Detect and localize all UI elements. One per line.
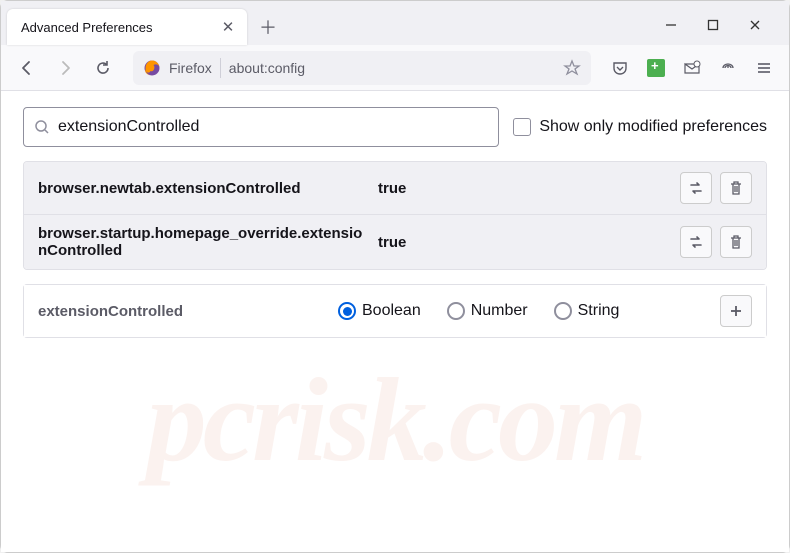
radio-icon (338, 302, 356, 320)
type-radio-group: Boolean Number String (338, 302, 710, 320)
new-tab-button[interactable]: ＋ (253, 12, 283, 42)
search-row: Show only modified preferences (23, 107, 767, 147)
delete-button[interactable] (720, 226, 752, 258)
firefox-icon (143, 59, 161, 77)
browser-tab[interactable]: Advanced Preferences ✕ (7, 9, 247, 45)
radio-icon (447, 302, 465, 320)
shield-button[interactable] (713, 53, 743, 83)
minimize-button[interactable] (661, 15, 681, 35)
pref-list: browser.newtab.extensionControlled true … (23, 161, 767, 270)
back-button[interactable] (11, 52, 43, 84)
search-icon (34, 119, 50, 135)
pref-value: true (378, 180, 670, 197)
add-pref-row: extensionControlled Boolean Number Strin… (23, 284, 767, 338)
bookmark-star-icon[interactable] (563, 59, 581, 77)
browser-toolbar: Firefox about:config (1, 45, 789, 91)
pref-row[interactable]: browser.newtab.extensionControlled true (24, 162, 766, 215)
close-tab-icon[interactable]: ✕ (219, 18, 237, 36)
add-pref-name: extensionControlled (38, 303, 328, 320)
forward-button[interactable] (49, 52, 81, 84)
identity-label: Firefox (169, 60, 212, 76)
radio-label: String (578, 302, 620, 320)
pref-name: browser.startup.homepage_override.extens… (38, 225, 368, 259)
titlebar: Advanced Preferences ✕ ＋ (1, 1, 789, 45)
pref-actions (680, 226, 752, 258)
show-modified-checkbox[interactable]: Show only modified preferences (513, 118, 767, 136)
extension-button[interactable] (641, 53, 671, 83)
mail-button[interactable] (677, 53, 707, 83)
toggle-button[interactable] (680, 226, 712, 258)
pref-row[interactable]: browser.startup.homepage_override.extens… (24, 215, 766, 269)
radio-string[interactable]: String (554, 302, 620, 320)
delete-button[interactable] (720, 172, 752, 204)
toggle-button[interactable] (680, 172, 712, 204)
watermark: pcrisk.com (1, 351, 789, 489)
pref-value: true (378, 234, 670, 251)
search-box[interactable] (23, 107, 499, 147)
add-actions (720, 295, 752, 327)
close-window-button[interactable] (745, 15, 765, 35)
search-input[interactable] (58, 118, 488, 136)
radio-number[interactable]: Number (447, 302, 528, 320)
tab-title: Advanced Preferences (21, 20, 209, 35)
radio-label: Number (471, 302, 528, 320)
checkbox-icon (513, 118, 531, 136)
url-bar[interactable]: Firefox about:config (133, 51, 591, 85)
maximize-button[interactable] (703, 15, 723, 35)
separator (220, 58, 221, 78)
window-controls (661, 15, 783, 45)
radio-boolean[interactable]: Boolean (338, 302, 421, 320)
reload-button[interactable] (87, 52, 119, 84)
url-text: about:config (229, 60, 555, 76)
toolbar-icons (605, 53, 779, 83)
radio-label: Boolean (362, 302, 421, 320)
pocket-button[interactable] (605, 53, 635, 83)
menu-button[interactable] (749, 53, 779, 83)
add-button[interactable] (720, 295, 752, 327)
pref-actions (680, 172, 752, 204)
pref-name: browser.newtab.extensionControlled (38, 180, 368, 197)
content-area: Show only modified preferences browser.n… (1, 91, 789, 552)
checkbox-label: Show only modified preferences (539, 118, 767, 136)
radio-icon (554, 302, 572, 320)
